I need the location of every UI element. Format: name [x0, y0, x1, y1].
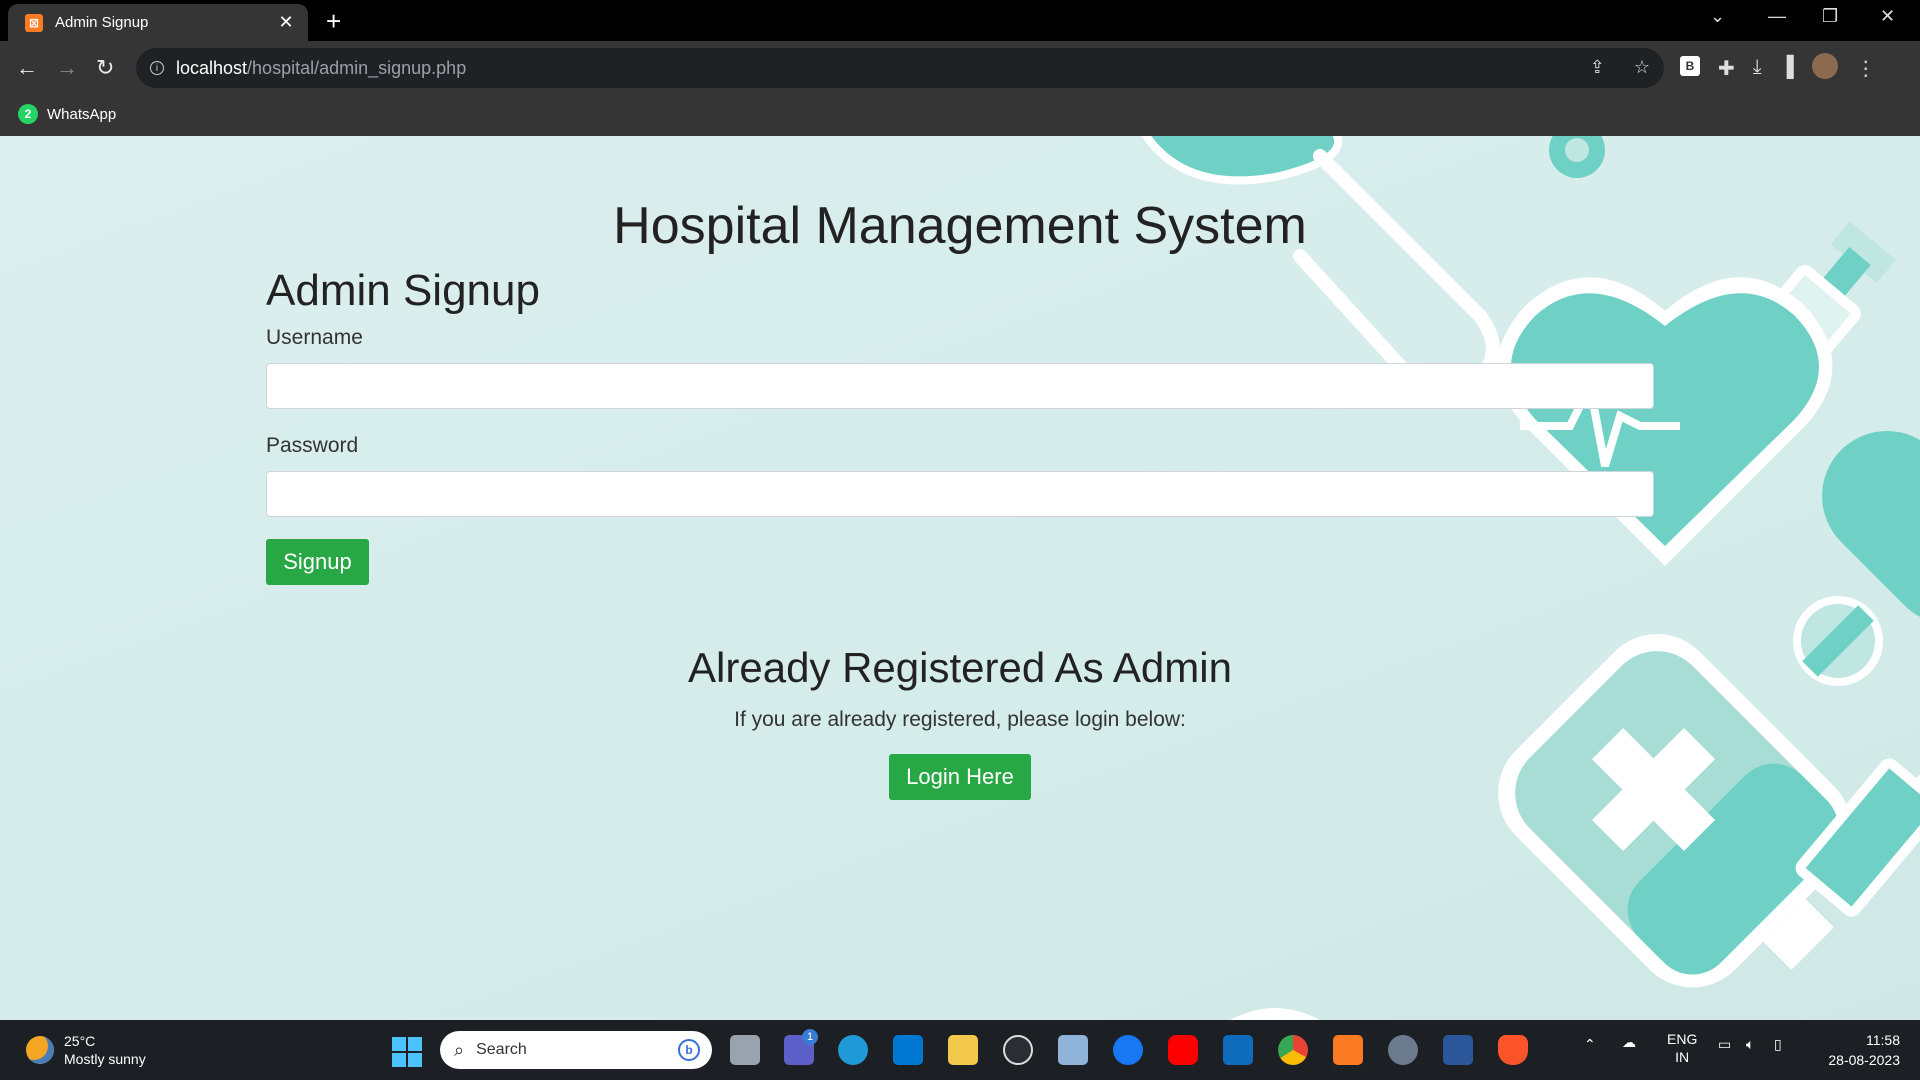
- clock[interactable]: 11:58 28-08-2023: [1810, 1030, 1900, 1070]
- clock-date: 28-08-2023: [1828, 1052, 1900, 1068]
- browser-toolbar: ← → ↻ i localhost /hospital/admin_signup…: [0, 41, 1920, 96]
- youtube-icon[interactable]: [1168, 1035, 1198, 1065]
- brave-icon[interactable]: [1498, 1035, 1528, 1065]
- menu-kebab-icon[interactable]: ⋮: [1856, 56, 1876, 81]
- forward-icon[interactable]: →: [56, 55, 78, 81]
- battery-icon[interactable]: ▯: [1774, 1036, 1782, 1053]
- windows-taskbar: 25°C Mostly sunny ⌕ Search b 1 ⌃ ☁ ENG I…: [0, 1020, 1920, 1080]
- already-registered-title: Already Registered As Admin: [688, 644, 1232, 691]
- weather-condition: Mostly sunny: [64, 1051, 146, 1067]
- reload-icon[interactable]: ↻: [96, 55, 114, 81]
- onedrive-cloud-icon[interactable]: ☁: [1622, 1034, 1636, 1051]
- username-field[interactable]: [266, 363, 1654, 409]
- weather-sun-icon: [26, 1036, 54, 1064]
- browser-tab-bar: ⊠ Admin Signup ✕ + ⌄ — ❐ ✕: [0, 0, 1920, 41]
- back-icon[interactable]: ←: [16, 55, 38, 81]
- side-panel-icon[interactable]: ▐: [1780, 56, 1794, 81]
- network-icon[interactable]: ▭: [1718, 1036, 1731, 1053]
- page-viewport: Hospital Management System Admin Signup …: [0, 136, 1920, 1020]
- volume-icon[interactable]: 🔈︎: [1746, 1036, 1754, 1053]
- file-explorer-icon[interactable]: [948, 1035, 978, 1065]
- word-icon[interactable]: [1443, 1035, 1473, 1065]
- facebook-icon[interactable]: [1113, 1035, 1143, 1065]
- new-tab-button[interactable]: +: [326, 6, 341, 37]
- omnibox-actions: ⇪ ☆: [1590, 57, 1650, 78]
- heart-icon: [1497, 277, 1833, 566]
- section-title: Admin Signup: [266, 266, 540, 315]
- lang-bottom: IN: [1675, 1049, 1690, 1065]
- stethoscope-icon: [1141, 136, 1343, 185]
- url-path: /hospital/admin_signup.php: [247, 57, 467, 78]
- tab-title: Admin Signup: [55, 14, 149, 31]
- url-host: localhost: [176, 57, 248, 78]
- username-label: Username: [266, 326, 363, 349]
- task-view-icon[interactable]: [730, 1035, 760, 1065]
- weather-widget[interactable]: 25°C Mostly sunny: [26, 1032, 146, 1068]
- chrome-icon[interactable]: [1278, 1035, 1308, 1065]
- bing-icon[interactable]: b: [678, 1039, 700, 1061]
- bookmark-whatsapp[interactable]: 2 WhatsApp: [18, 104, 116, 124]
- tray-chevron-icon[interactable]: ⌃: [1584, 1036, 1596, 1053]
- teams-badge: 1: [802, 1029, 818, 1045]
- signup-button[interactable]: Signup: [266, 539, 369, 585]
- share-icon[interactable]: ⇪: [1590, 57, 1605, 77]
- vscode-icon[interactable]: [893, 1035, 923, 1065]
- profile-avatar[interactable]: [1811, 53, 1838, 79]
- dell-icon[interactable]: [1003, 1035, 1033, 1065]
- download-icon[interactable]: ⤓: [1753, 56, 1762, 81]
- password-field[interactable]: [266, 471, 1654, 517]
- edge-icon[interactable]: [838, 1035, 868, 1065]
- page-title: Hospital Management System: [613, 197, 1307, 255]
- language-indicator[interactable]: ENG IN: [1667, 1030, 1697, 1066]
- bookmark-star-icon[interactable]: ☆: [1634, 57, 1650, 77]
- teams-icon[interactable]: 1: [784, 1029, 818, 1065]
- close-window-icon[interactable]: ✕: [1880, 6, 1895, 27]
- password-label: Password: [266, 434, 359, 457]
- site-info-icon[interactable]: i: [150, 61, 164, 75]
- settings-gear-icon[interactable]: [1388, 1035, 1418, 1065]
- bookmark-label: WhatsApp: [47, 105, 117, 123]
- tab-close-icon[interactable]: ✕: [276, 12, 296, 33]
- taskbar-search[interactable]: ⌕ Search b: [440, 1031, 712, 1069]
- xampp-favicon-icon: ⊠: [25, 13, 43, 32]
- restore-icon[interactable]: ❐: [1822, 6, 1838, 27]
- windows-start-icon[interactable]: [392, 1037, 422, 1067]
- login-here-button[interactable]: Login Here: [889, 754, 1031, 800]
- search-placeholder: Search: [476, 1041, 527, 1058]
- lang-top: ENG: [1667, 1031, 1698, 1047]
- extensions-area: B ✚ ⤓ ▐ ⋮: [1680, 53, 1876, 81]
- xampp-icon[interactable]: [1333, 1035, 1363, 1065]
- already-registered-text: If you are already registered, please lo…: [734, 708, 1186, 731]
- clock-time: 11:58: [1866, 1032, 1900, 1048]
- minimize-icon[interactable]: —: [1768, 6, 1786, 27]
- photos-icon[interactable]: [1058, 1035, 1088, 1065]
- address-bar[interactable]: i localhost /hospital/admin_signup.php ⇪…: [136, 48, 1664, 88]
- browser-tab-active[interactable]: ⊠ Admin Signup ✕: [8, 4, 308, 41]
- mail-icon[interactable]: [1223, 1035, 1253, 1065]
- extension-b-icon[interactable]: B: [1680, 56, 1700, 76]
- whatsapp-icon: 2: [18, 104, 38, 124]
- search-icon: ⌕: [454, 1039, 465, 1060]
- weather-temp: 25°C: [64, 1033, 96, 1049]
- extensions-puzzle-icon[interactable]: ✚: [1718, 56, 1735, 81]
- tab-search-chevron-icon[interactable]: ⌄: [1710, 6, 1725, 27]
- bookmarks-bar: 2 WhatsApp: [0, 96, 1920, 136]
- pill-icon: [1793, 596, 1883, 686]
